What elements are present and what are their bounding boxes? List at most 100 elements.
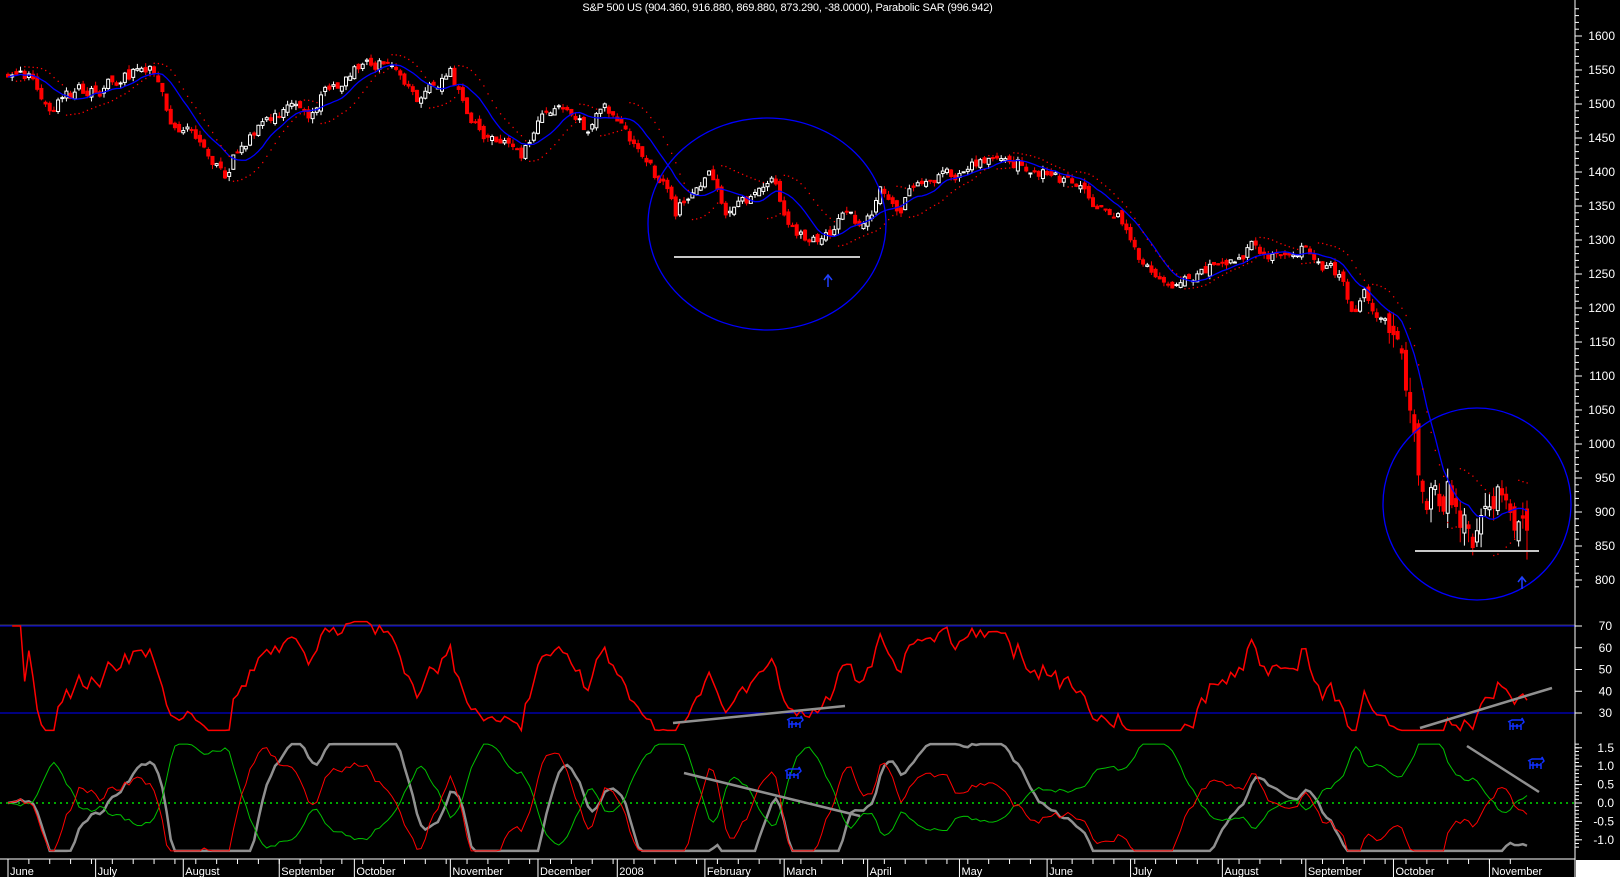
candle: [14, 68, 19, 75]
candle: [974, 155, 979, 169]
sar-dot: [654, 121, 656, 124]
candle-body: [1128, 227, 1133, 241]
candle-body: [494, 136, 499, 143]
osc-tick-label: -1.0: [1593, 833, 1614, 847]
candle-body: [298, 101, 303, 109]
candle-body: [798, 231, 803, 235]
candle-body: [540, 113, 545, 123]
sar-dot: [40, 67, 43, 70]
sar-dot: [1472, 475, 1474, 477]
candle-body: [152, 66, 157, 74]
sar-dot: [20, 80, 22, 82]
candle: [819, 235, 824, 246]
candle: [1028, 172, 1033, 178]
candle: [1391, 312, 1396, 348]
candle-body: [1403, 349, 1408, 391]
candle: [1220, 258, 1225, 268]
candle: [423, 87, 428, 100]
candle-body: [527, 142, 532, 145]
candle-body: [573, 115, 578, 120]
candle-body: [990, 157, 995, 160]
candle: [661, 174, 666, 186]
sar-dot: [1376, 284, 1378, 286]
candle: [223, 166, 227, 180]
candle-body: [999, 158, 1004, 161]
candle-body: [619, 118, 624, 124]
candle: [761, 182, 766, 195]
candle-body: [769, 177, 774, 183]
candle-body: [911, 185, 916, 188]
sar-dot: [1221, 274, 1224, 277]
candle-body: [1228, 259, 1233, 264]
candle-body: [356, 63, 361, 70]
candle: [565, 105, 570, 112]
candle: [911, 183, 916, 192]
candle: [1216, 262, 1221, 266]
candle-body: [531, 132, 536, 141]
candle-body: [1257, 246, 1262, 254]
candle-body: [648, 159, 653, 164]
candle: [556, 104, 561, 110]
candle: [515, 147, 520, 151]
candle: [723, 201, 728, 219]
candle: [502, 137, 507, 146]
candle-body: [490, 136, 495, 141]
sar-dot: [349, 106, 351, 109]
candle: [815, 233, 820, 245]
candle: [606, 104, 611, 118]
candle-body: [1512, 506, 1517, 531]
candle-body: [1024, 166, 1029, 172]
candle-body: [894, 200, 899, 212]
sar-dot: [74, 113, 76, 115]
candle: [252, 131, 257, 139]
candle-body: [1441, 496, 1446, 512]
candle: [882, 186, 887, 198]
candle-body: [360, 63, 365, 69]
candle-body: [235, 151, 240, 154]
sar-dot: [1296, 248, 1299, 251]
price-tick-label: 1450: [1588, 131, 1615, 145]
candle: [1520, 502, 1525, 529]
candle-body: [886, 194, 891, 200]
candle: [1099, 205, 1104, 208]
candle: [89, 85, 94, 102]
candle-body: [723, 202, 728, 216]
candle-body: [1312, 253, 1317, 260]
candle-body: [465, 97, 470, 115]
candle-body: [1212, 261, 1217, 265]
sar-dot: [1509, 542, 1512, 544]
sar-dot: [45, 69, 47, 72]
candle: [748, 194, 753, 204]
candle: [844, 206, 849, 216]
candle: [602, 102, 607, 112]
sar-dot: [316, 101, 318, 104]
sar-dot: [1125, 206, 1128, 208]
candle: [611, 111, 616, 118]
candle: [1429, 482, 1434, 523]
candle-body: [694, 187, 699, 196]
sar-dot: [124, 93, 126, 95]
sar-dot: [1150, 244, 1153, 246]
candle-body: [702, 177, 707, 188]
candle: [794, 222, 799, 239]
sar-dot: [49, 72, 51, 75]
sar-dot: [145, 77, 147, 80]
price-tick-label: 1550: [1588, 63, 1615, 77]
sar-dot: [1497, 553, 1499, 555]
candle: [1212, 261, 1217, 266]
sar-dot: [1196, 286, 1199, 288]
sar-dot: [1405, 314, 1407, 317]
sar-dot: [207, 125, 210, 127]
sar-dot: [1167, 265, 1169, 267]
candle: [1462, 508, 1467, 546]
sar-dot: [1054, 165, 1057, 167]
sar-dot: [1426, 411, 1428, 413]
sar-dot: [116, 97, 118, 99]
candle-body: [1328, 262, 1333, 266]
sar-dot: [370, 80, 372, 82]
candle-body: [1049, 171, 1054, 176]
sar-dot: [854, 239, 856, 241]
candle-body: [982, 157, 987, 164]
sar-dot: [725, 165, 727, 168]
candle: [93, 81, 98, 93]
